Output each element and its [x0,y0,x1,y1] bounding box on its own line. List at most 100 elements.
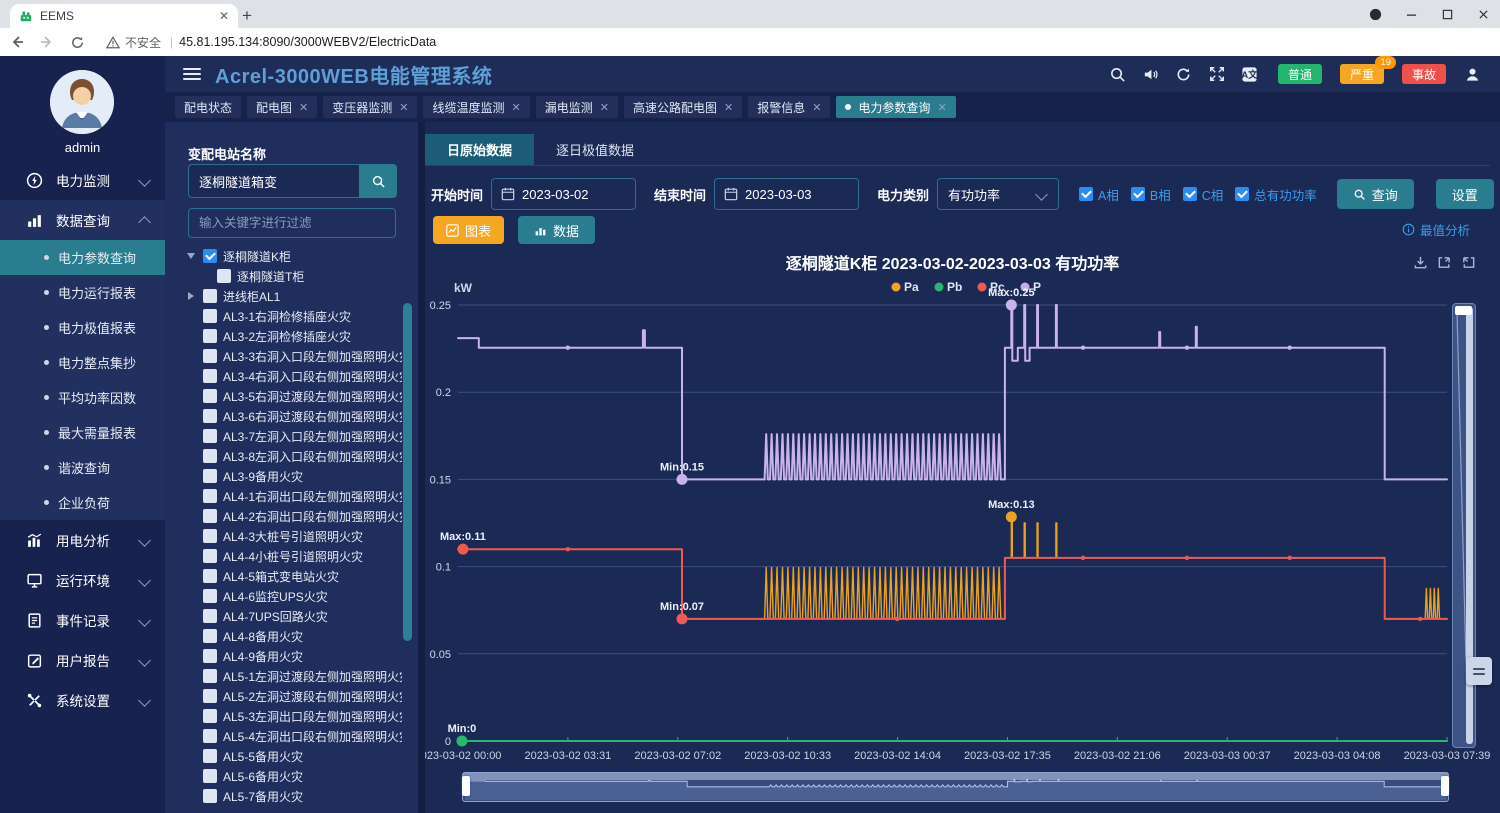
tab-close-icon[interactable]: ✕ [600,101,609,114]
tree-checkbox[interactable] [203,429,217,443]
sidebar-item-谐波查询[interactable]: 谐波查询 [0,450,165,485]
hamburger-icon[interactable] [183,65,201,83]
browser-tab[interactable]: EEMS ✕ [10,4,238,28]
alarm-button-事故[interactable]: 事故 [1402,64,1446,84]
tree-checkbox[interactable] [203,649,217,663]
sidebar-item-电力整点集抄[interactable]: 电力整点集抄 [0,345,165,380]
user-avatar[interactable] [50,70,114,134]
tree-arrow-down-icon[interactable] [185,253,197,259]
checkbox-checked[interactable] [1079,187,1093,201]
tree-checkbox[interactable] [203,569,217,583]
tree-node-AL3-8左洞入口段右侧加强照明火灾[interactable]: AL3-8左洞入口段右侧加强照明火灾 [165,446,402,466]
page-tab-报警信息[interactable]: 报警信息✕ [748,96,830,118]
tree-node-AL4-7UPS回路火灾[interactable]: AL4-7UPS回路火灾 [165,606,402,626]
tree-checkbox[interactable] [203,669,217,683]
tree-filter-input[interactable] [188,208,396,238]
tree-node-AL4-2右洞出口段右侧加强照明火灾[interactable]: AL4-2右洞出口段右侧加强照明火灾 [165,506,402,526]
phase-checkbox-C相[interactable]: C相 [1183,185,1224,204]
sidebar-item-电力参数查询[interactable]: 电力参数查询 [0,240,165,275]
close-button[interactable] [1466,0,1500,28]
power-type-select[interactable]: 有功功率 [937,178,1059,210]
tab-close-icon[interactable]: ✕ [812,101,821,114]
translate-icon[interactable]: A文 [1240,64,1260,84]
station-search-button[interactable] [359,164,397,198]
tree-checkbox[interactable] [203,289,217,303]
tree-checkbox[interactable] [203,549,217,563]
new-tab-button[interactable]: + [236,5,258,27]
station-search-input[interactable] [188,164,359,198]
tree-checkbox[interactable] [203,609,217,623]
sidebar-group-用户报告[interactable]: 用户报告 [0,640,165,680]
speaker-icon[interactable] [1141,64,1161,84]
tree-node-进线柜AL1[interactable]: 进线柜AL1 [165,286,402,306]
tab-daily-raw-data[interactable]: 日原始数据 [425,134,534,165]
tree-node-AL3-7左洞入口段左侧加强照明火灾[interactable]: AL3-7左洞入口段左侧加强照明火灾 [165,426,402,446]
tree-node-AL5-3左洞出口段左侧加强照明火灾[interactable]: AL5-3左洞出口段左侧加强照明火灾 [165,706,402,726]
tree-checkbox[interactable] [203,349,217,363]
data-view-button[interactable]: 数据 [518,216,595,244]
checkbox-checked[interactable] [1235,187,1249,201]
page-tab-电力参数查询[interactable]: 电力参数查询✕ [836,96,955,118]
fullscreen-icon[interactable] [1207,64,1227,84]
tree-arrow-right-icon[interactable] [185,292,197,300]
sidebar-group-数据查询[interactable]: 数据查询 [0,200,165,240]
phase-checkbox-A相[interactable]: A相 [1079,185,1119,204]
user-icon[interactable] [1462,64,1482,84]
tree-node-逐桐隧道T柜[interactable]: 逐桐隧道T柜 [165,266,402,286]
tree-node-AL3-3右洞入口段左侧加强照明火灾[interactable]: AL3-3右洞入口段左侧加强照明火灾 [165,346,402,366]
tree-checkbox[interactable] [203,489,217,503]
power-chart[interactable]: 00.050.10.150.20.25kW2023-03-02 00:00202… [425,250,1500,765]
tree-checkbox[interactable] [203,309,217,323]
sidebar-item-电力运行报表[interactable]: 电力运行报表 [0,275,165,310]
url-text[interactable]: 45.81.195.134:8090/3000WEBV2/ElectricDat… [179,35,436,49]
end-date-input[interactable]: 2023-03-03 [714,178,859,210]
tree-checkbox[interactable] [203,749,217,763]
tree-node-AL4-4小桩号引道照明火灾[interactable]: AL4-4小桩号引道照明火灾 [165,546,402,566]
tree-node-AL4-3大桩号引道照明火灾[interactable]: AL4-3大桩号引道照明火灾 [165,526,402,546]
sidebar-group-用电分析[interactable]: 用电分析 [0,520,165,560]
tree-node-AL3-6右洞过渡段右侧加强照明火灾[interactable]: AL3-6右洞过渡段右侧加强照明火灾 [165,406,402,426]
phase-checkbox-B相[interactable]: B相 [1131,185,1171,204]
tree-checkbox[interactable] [203,409,217,423]
tree-checkbox[interactable] [203,469,217,483]
tree-checkbox[interactable] [203,329,217,343]
tree-node-AL3-5右洞过渡段左侧加强照明火灾[interactable]: AL3-5右洞过渡段左侧加强照明火灾 [165,386,402,406]
zoom-handle-right[interactable] [1441,776,1449,796]
page-tab-线缆温度监测[interactable]: 线缆温度监测✕ [423,96,529,118]
tree-checkbox[interactable] [203,789,217,803]
tab-close-icon[interactable]: ✕ [724,101,733,114]
reload-icon[interactable] [64,30,90,54]
sidebar-group-电力监测[interactable]: 电力监测 [0,160,165,200]
tree-checkbox[interactable] [203,709,217,723]
tree-checkbox[interactable] [203,249,217,263]
tab-daily-extremes-data[interactable]: 逐日极值数据 [534,134,656,165]
alarm-button-普通[interactable]: 普通 [1278,64,1322,84]
start-date-input[interactable]: 2023-03-02 [491,178,636,210]
search-icon[interactable] [1108,64,1128,84]
security-indicator[interactable]: 不安全 | [106,34,177,51]
tree-node-逐桐隧道K柜[interactable]: 逐桐隧道K柜 [165,246,402,266]
tree-node-AL3-9备用火灾[interactable]: AL3-9备用火灾 [165,466,402,486]
tab-close-icon[interactable]: ✕ [937,101,946,114]
page-tab-变压器监测[interactable]: 变压器监测✕ [323,96,417,118]
sidebar-group-运行环境[interactable]: 运行环境 [0,560,165,600]
tab-close-icon[interactable]: ✕ [219,9,229,23]
sidebar-item-平均功率因数[interactable]: 平均功率因数 [0,380,165,415]
tree-checkbox[interactable] [203,529,217,543]
sidebar-group-系统设置[interactable]: 系统设置 [0,680,165,720]
tree-node-AL4-8备用火灾[interactable]: AL4-8备用火灾 [165,626,402,646]
checkbox-checked[interactable] [1131,187,1145,201]
tree-node-AL3-2左洞检修插座火灾[interactable]: AL3-2左洞检修插座火灾 [165,326,402,346]
tab-close-icon[interactable]: ✕ [299,101,308,114]
sidebar-group-事件记录[interactable]: 事件记录 [0,600,165,640]
page-tab-高速公路配电图[interactable]: 高速公路配电图✕ [624,96,742,118]
tree-node-AL5-5备用火灾[interactable]: AL5-5备用火灾 [165,746,402,766]
tree-node-AL4-5箱式变电站火灾[interactable]: AL4-5箱式变电站火灾 [165,566,402,586]
tree-node-AL5-2左洞过渡段右侧加强照明火灾[interactable]: AL5-2左洞过渡段右侧加强照明火灾 [165,686,402,706]
phase-checkbox-总有功功率[interactable]: 总有功功率 [1235,185,1317,204]
sidebar-item-企业负荷[interactable]: 企业负荷 [0,485,165,520]
zoom-handle-left[interactable] [462,776,470,796]
tree-checkbox[interactable] [203,389,217,403]
tab-close-icon[interactable]: ✕ [399,101,408,114]
tree-checkbox[interactable] [203,689,217,703]
